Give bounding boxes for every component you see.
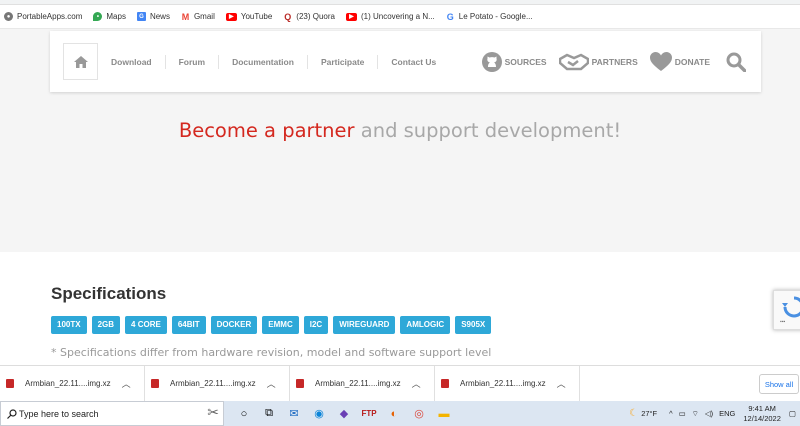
- chevron-up-icon[interactable]: ︿: [412, 377, 421, 390]
- ftp-icon[interactable]: FTP: [361, 406, 377, 422]
- notifications-icon[interactable]: ▢: [789, 409, 796, 418]
- bookmarks-bar: ● PortableApps.com • Maps G News M Gmail…: [0, 5, 800, 29]
- file-icon: [151, 379, 159, 388]
- recaptcha-text: ▪▪▪: [780, 319, 786, 325]
- partners-link[interactable]: PARTNERS: [558, 53, 638, 71]
- maps-pin-icon: •: [93, 12, 103, 21]
- hero-heading: Become a partner and support development…: [0, 119, 800, 142]
- portableapps-icon: ●: [4, 12, 13, 21]
- show-all-button[interactable]: Show all: [759, 374, 799, 394]
- file-explorer-icon[interactable]: ▬: [436, 406, 452, 422]
- specs-title: Specifications: [51, 284, 167, 303]
- website-content: Download Forum Documentation Participate…: [0, 29, 800, 365]
- hero-accent-link[interactable]: Become a partner: [179, 119, 355, 142]
- file-icon: [6, 379, 14, 388]
- language-indicator[interactable]: ENG: [719, 409, 735, 418]
- nav-documentation[interactable]: Documentation: [219, 54, 308, 69]
- nav-links: Download Forum Documentation Participate…: [98, 31, 449, 92]
- youtube-icon: ▶: [345, 12, 357, 21]
- handshake-icon: [558, 53, 589, 70]
- clock-time: 9:41 AM: [748, 403, 776, 413]
- bookmark-le-potato[interactable]: G Le Potato - Google...: [445, 11, 533, 22]
- specifications-section: Specifications 100TX 2GB 4 CORE 64BIT DO…: [0, 252, 800, 365]
- clock[interactable]: 9:41 AM 12/14/2022: [743, 404, 781, 424]
- battery-icon[interactable]: ▭: [679, 409, 686, 418]
- github-icon: [481, 51, 502, 72]
- specs-note: * Specifications differ from hardware re…: [51, 346, 492, 359]
- spec-tag[interactable]: I2C: [303, 316, 329, 334]
- nav-contact-us[interactable]: Contact Us: [378, 55, 449, 69]
- weather-temp[interactable]: 27°F: [641, 409, 657, 418]
- hero-rest-text: and support development!: [354, 119, 622, 142]
- chevron-up-icon[interactable]: ^: [669, 409, 673, 418]
- spec-tag[interactable]: 100TX: [51, 316, 87, 334]
- download-item[interactable]: Armbian_22.11....img.xz ︿: [290, 365, 435, 402]
- bookmark-portableapps[interactable]: ● PortableApps.com: [4, 12, 82, 21]
- file-icon: [441, 379, 449, 388]
- nav-download[interactable]: Download: [98, 54, 166, 69]
- spec-tag[interactable]: 64BIT: [171, 316, 206, 334]
- scissors-art-icon: ✂: [207, 404, 219, 420]
- search-icon: [726, 52, 746, 72]
- spec-tag[interactable]: S905X: [455, 316, 492, 334]
- recaptcha-icon: [782, 296, 800, 318]
- nav-right-actions: SOURCES PARTNERS DONATE: [470, 31, 749, 92]
- clock-date: 12/14/2022: [743, 413, 781, 423]
- home-icon: [73, 55, 88, 68]
- nav-forum[interactable]: Forum: [166, 54, 220, 69]
- windows-taskbar: Type here to search ✂ ○ ⧉ ✉ ◉ ◆ FTP ◐ ◎ …: [0, 401, 800, 426]
- chrome-icon[interactable]: ◎: [411, 406, 427, 422]
- network-icon[interactable]: ⌔: [692, 409, 699, 419]
- chevron-up-icon[interactable]: ︿: [267, 377, 276, 390]
- search-button[interactable]: [726, 52, 749, 72]
- system-tray: ☾ 27°F ^ ▭ ⌔ ◁) ENG 9:41 AM 12/14/2022 ▢: [623, 401, 800, 426]
- download-item[interactable]: Armbian_22.11....img.xz ︿: [0, 365, 145, 402]
- youtube-icon: ▶: [225, 12, 237, 21]
- google-icon: G: [445, 11, 455, 22]
- volume-icon[interactable]: ◁): [705, 409, 713, 418]
- download-bar: Armbian_22.11....img.xz ︿ Armbian_22.11.…: [0, 365, 800, 402]
- cortana-icon[interactable]: ○: [236, 406, 252, 422]
- spec-tag[interactable]: AMLOGIC: [400, 316, 451, 334]
- news-icon: G: [136, 12, 146, 21]
- site-navbar: Download Forum Documentation Participate…: [50, 31, 761, 92]
- weather-moon-icon: ☾: [629, 408, 639, 419]
- task-view-icon[interactable]: ⧉: [261, 406, 277, 422]
- search-icon: [7, 409, 17, 419]
- download-item[interactable]: Armbian_22.11....img.xz ︿: [145, 365, 290, 402]
- gmail-icon: M: [180, 11, 190, 22]
- taskbar-search-box[interactable]: Type here to search ✂: [0, 401, 224, 426]
- recaptcha-badge[interactable]: ▪▪▪: [773, 290, 800, 330]
- spec-tags: 100TX 2GB 4 CORE 64BIT DOCKER EMMC I2C W…: [51, 316, 496, 334]
- spec-tag[interactable]: WIREGUARD: [333, 316, 396, 334]
- sources-link[interactable]: SOURCES: [481, 51, 547, 72]
- bookmark-maps[interactable]: • Maps: [93, 12, 126, 21]
- firefox-icon[interactable]: ◐: [386, 406, 402, 422]
- chevron-up-icon[interactable]: ︿: [557, 377, 566, 390]
- bookmark-quora[interactable]: Q (23) Quora: [283, 11, 335, 22]
- spec-tag[interactable]: EMMC: [262, 316, 299, 334]
- chevron-up-icon[interactable]: ︿: [122, 377, 131, 390]
- edge-icon[interactable]: ◉: [311, 406, 327, 422]
- bookmark-gmail[interactable]: M Gmail: [180, 11, 215, 22]
- spec-tag[interactable]: 2GB: [91, 316, 121, 334]
- download-item[interactable]: Armbian_22.11....img.xz ︿: [435, 365, 580, 402]
- spec-tag[interactable]: DOCKER: [210, 316, 258, 334]
- mail-icon[interactable]: ✉: [286, 406, 302, 422]
- home-button[interactable]: [63, 43, 98, 80]
- screen: ● PortableApps.com • Maps G News M Gmail…: [0, 0, 800, 426]
- heart-icon: [649, 51, 672, 71]
- bookmark-news[interactable]: G News: [136, 12, 170, 21]
- github-desktop-icon[interactable]: ◆: [336, 406, 352, 422]
- bookmark-uncovering[interactable]: ▶ (1) Uncovering a N...: [345, 12, 435, 21]
- file-icon: [296, 379, 304, 388]
- nav-participate[interactable]: Participate: [308, 54, 379, 69]
- spec-tag[interactable]: 4 CORE: [125, 316, 167, 334]
- bookmark-youtube[interactable]: ▶ YouTube: [225, 12, 272, 21]
- quora-icon: Q: [283, 11, 293, 22]
- donate-link[interactable]: DONATE: [649, 51, 710, 72]
